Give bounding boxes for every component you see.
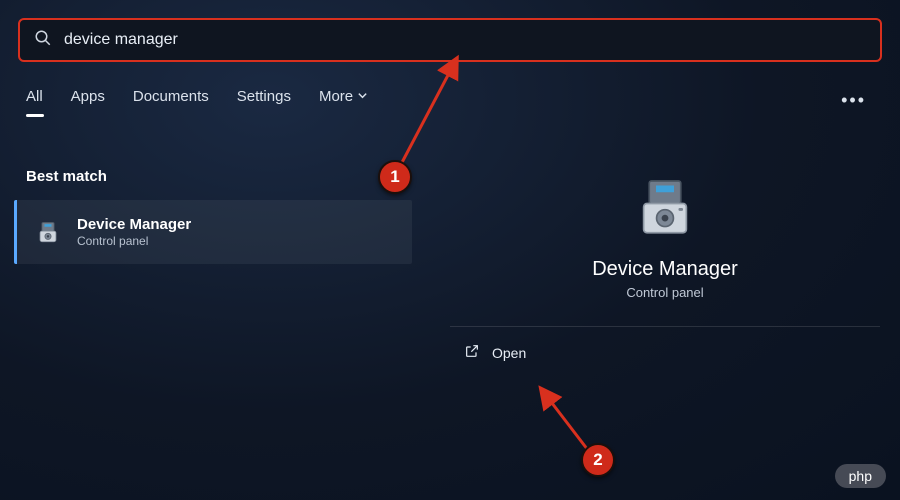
tab-more-label: More	[319, 88, 353, 105]
overflow-menu-button[interactable]: •••	[841, 90, 866, 111]
divider	[450, 326, 880, 327]
tab-settings[interactable]: Settings	[237, 88, 291, 113]
device-manager-icon	[33, 217, 63, 247]
tab-all[interactable]: All	[26, 88, 43, 113]
annotation-badge-2: 2	[581, 443, 615, 477]
search-result-text: Device Manager Control panel	[77, 216, 191, 248]
search-box[interactable]	[18, 18, 882, 62]
chevron-down-icon	[357, 88, 368, 105]
search-result-title: Device Manager	[77, 216, 191, 233]
tab-apps[interactable]: Apps	[71, 88, 105, 113]
best-match-heading: Best match	[26, 168, 107, 185]
search-result-item[interactable]: Device Manager Control panel	[14, 200, 412, 264]
open-label: Open	[492, 345, 526, 361]
detail-subtitle: Control panel	[626, 285, 703, 300]
result-detail-panel: Device Manager Control panel Open	[450, 160, 880, 480]
search-icon	[34, 29, 52, 52]
detail-title: Device Manager	[592, 258, 738, 281]
open-button[interactable]: Open	[464, 343, 526, 362]
search-input[interactable]	[64, 31, 866, 49]
watermark: php	[835, 464, 886, 488]
filter-tabs: All Apps Documents Settings More	[26, 88, 368, 113]
tab-more[interactable]: More	[319, 88, 368, 113]
open-external-icon	[464, 343, 480, 362]
annotation-badge-1: 1	[378, 160, 412, 194]
tab-documents[interactable]: Documents	[133, 88, 209, 113]
search-result-subtitle: Control panel	[77, 234, 191, 248]
device-manager-large-icon	[629, 172, 701, 244]
